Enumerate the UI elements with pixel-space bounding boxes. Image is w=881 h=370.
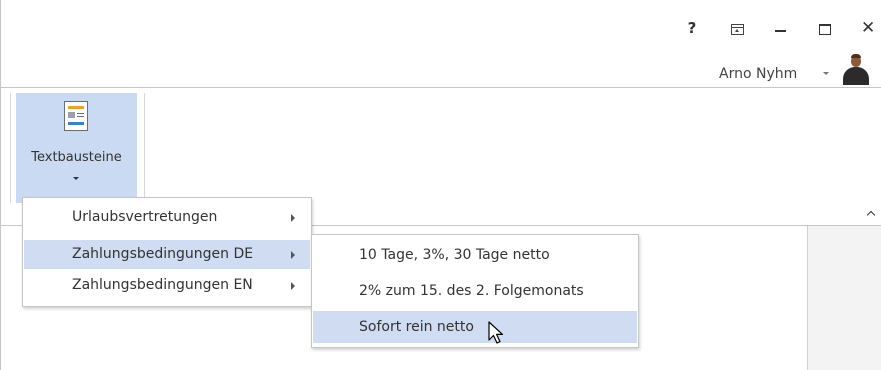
ribbon-group-separator-right <box>144 93 145 203</box>
maximize-button[interactable] <box>819 24 831 35</box>
icon-part <box>68 122 84 125</box>
submenu-item-label: 2% zum 15. des 2. Folgemonats <box>359 283 584 299</box>
menu-item-zahlungsbedingungen-de[interactable]: Zahlungsbedingungen DE <box>24 240 310 269</box>
avatar[interactable] <box>841 53 871 85</box>
textbausteine-label: Textbausteine <box>31 150 122 165</box>
ribbon-group-separator-left <box>10 93 11 203</box>
submenu-item-label: Sofort rein netto <box>359 319 474 335</box>
ribbon-top-border <box>1 87 881 88</box>
ribbon-display-options-icon[interactable] <box>731 24 744 35</box>
collapse-ribbon-icon[interactable] <box>867 210 875 218</box>
app-window: ? ✕ Arno Nyhm Textbausteine Urlaubsvertr… <box>0 0 881 370</box>
icon-part <box>77 116 84 117</box>
menu-item-urlaubsvertretungen[interactable]: Urlaubsvertretungen <box>24 203 310 232</box>
user-dropdown-caret-icon[interactable] <box>823 72 829 75</box>
submenu-item-10-tage[interactable]: 10 Tage, 3%, 30 Tage netto <box>313 241 637 270</box>
submenu-arrow-icon <box>291 214 295 222</box>
submenu-arrow-icon <box>291 251 295 259</box>
submenu-item-2-prozent[interactable]: 2% zum 15. des 2. Folgemonats <box>313 277 637 306</box>
user-name[interactable]: Arno Nyhm <box>719 66 797 82</box>
avatar-hair-shape <box>851 54 861 58</box>
submenu-arrow-icon <box>291 282 295 290</box>
textbausteine-button[interactable]: Textbausteine <box>16 93 137 203</box>
avatar-body-shape <box>843 67 869 85</box>
icon-part <box>68 112 75 118</box>
submenu-item-sofort-rein-netto[interactable]: Sofort rein netto <box>313 311 637 343</box>
submenu-item-label: 10 Tage, 3%, 30 Tage netto <box>359 247 550 263</box>
menu-item-label: Urlaubsvertretungen <box>72 209 218 225</box>
mouse-pointer-icon <box>488 321 504 344</box>
zahlungsbedingungen-de-submenu: 10 Tage, 3%, 30 Tage netto 2% zum 15. de… <box>311 234 639 348</box>
menu-item-zahlungsbedingungen-en[interactable]: Zahlungsbedingungen EN <box>24 271 310 300</box>
close-button[interactable]: ✕ <box>861 18 875 38</box>
icon-part <box>68 106 84 109</box>
minimize-button[interactable] <box>775 30 786 32</box>
right-pane <box>808 226 881 370</box>
textbausteine-menu: Urlaubsvertretungen Zahlungsbedingungen … <box>22 197 312 307</box>
icon-part <box>77 113 84 114</box>
menu-item-label: Zahlungsbedingungen DE <box>72 246 254 262</box>
dropdown-caret-icon <box>73 177 79 180</box>
menu-item-label: Zahlungsbedingungen EN <box>72 277 253 293</box>
document-parts-icon <box>64 101 88 131</box>
help-button[interactable]: ? <box>684 18 700 38</box>
